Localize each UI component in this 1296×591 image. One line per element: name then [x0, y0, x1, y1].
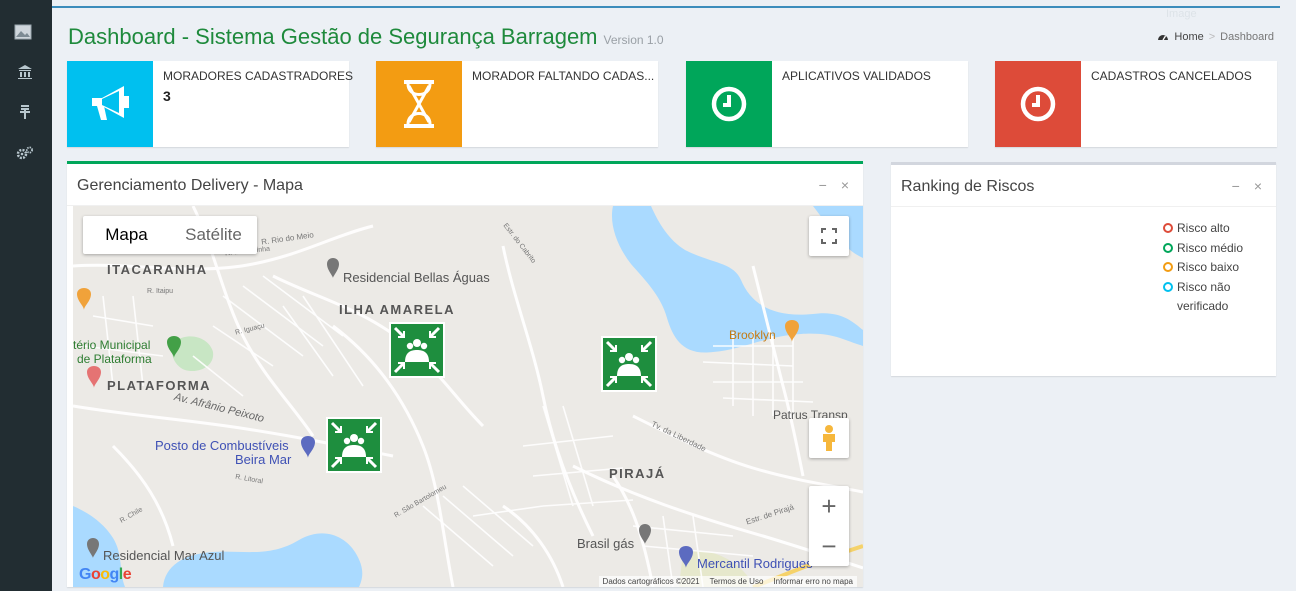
dashboard-icon	[1158, 35, 1169, 41]
zoom-out-button[interactable]: −	[809, 526, 849, 566]
map-label-place: Brooklyn	[729, 328, 776, 342]
map-label-place: tério Municipal	[73, 338, 151, 352]
assembly-point-icon	[389, 322, 445, 378]
map-label-area: PIRAJÁ	[609, 466, 666, 481]
money-icon[interactable]	[16, 103, 34, 121]
breadcrumb-home-link[interactable]: Home	[1174, 31, 1203, 43]
broken-image-icon[interactable]	[14, 24, 32, 40]
legend-label: Risco médio	[1177, 240, 1244, 255]
legend-item: Risco não verificado	[1163, 278, 1275, 317]
bullhorn-icon	[92, 86, 129, 120]
map-type-control: Mapa Satélite	[83, 216, 257, 254]
legend-item: Risco médio	[1163, 239, 1275, 259]
map-label-area: PLATAFORMA	[107, 378, 212, 393]
fullscreen-icon	[821, 228, 837, 244]
map-type-mapa-button[interactable]: Mapa	[83, 216, 170, 254]
map-data-credit: Dados cartográficos ©2021	[602, 577, 700, 586]
breadcrumb: Home > Dashboard	[1157, 31, 1274, 43]
map-label-place: Brasil gás	[577, 536, 635, 551]
info-box-icon-bg	[376, 61, 462, 147]
info-box-label: APLICATIVOS VALIDADOS	[782, 69, 931, 83]
map-label-place: Posto de Combustíveis	[155, 438, 289, 453]
info-box-icon-bg	[686, 61, 772, 147]
clock-icon	[711, 86, 747, 122]
assembly-point-icon	[601, 336, 657, 392]
clock-icon	[1020, 86, 1056, 122]
ranking-panel-title: Ranking de Riscos	[901, 178, 1035, 195]
info-box-label: MORADORES CADASTRADORES	[163, 69, 354, 83]
close-button[interactable]: ×	[841, 177, 849, 193]
map-canvas[interactable]: ITACARANHA ILHA AMARELA PLATAFORMA PIRAJ…	[73, 206, 863, 587]
map-label-place: Mercantil Rodrigues	[697, 556, 813, 571]
version-label: Version 1.0	[603, 33, 664, 47]
map-attribution: Dados cartográficos ©2021 Termos de Uso …	[598, 576, 857, 587]
breadcrumb-separator: >	[1208, 31, 1216, 43]
collapse-button[interactable]: −	[1232, 178, 1240, 194]
map-label-place: de Plataforma	[77, 352, 152, 366]
bank-icon[interactable]	[16, 63, 34, 81]
map-label-street: R. Itaipu	[147, 288, 174, 295]
report-error-link[interactable]: Informar erro no mapa	[773, 577, 853, 586]
pegman-icon	[823, 425, 835, 451]
info-box-label: MORADOR FALTANDO CADAS...	[472, 69, 655, 83]
close-button[interactable]: ×	[1254, 178, 1262, 194]
info-box-icon-bg	[67, 61, 153, 147]
map-type-satellite-button[interactable]: Satélite	[170, 216, 257, 254]
hourglass-icon	[404, 80, 434, 128]
street-view-button[interactable]	[809, 418, 849, 458]
fullscreen-button[interactable]	[809, 216, 849, 256]
map-label-place: Residencial Mar Azul	[103, 548, 225, 563]
legend-label: Risco alto	[1177, 221, 1230, 235]
cogs-icon[interactable]	[16, 144, 34, 162]
map-panel-header: Gerenciamento Delivery - Mapa − ×	[67, 164, 863, 206]
info-box-label: CADASTROS CANCELADOS	[1091, 69, 1252, 83]
breadcrumb-current: Dashboard	[1220, 31, 1274, 43]
map-label-place: Residencial Bellas Águas	[343, 270, 490, 285]
assembly-point-marker[interactable]	[389, 322, 445, 378]
circle-icon	[1163, 262, 1173, 272]
info-box-aplicativos: APLICATIVOS VALIDADOS	[686, 61, 968, 147]
collapse-button[interactable]: −	[819, 177, 827, 193]
circle-icon	[1163, 242, 1173, 253]
page-title: Dashboard - Sistema Gestão de Segurança …	[68, 24, 664, 50]
google-logo: Google	[79, 566, 132, 583]
ranking-panel-header: Ranking de Riscos − ×	[891, 165, 1276, 207]
circle-icon	[1163, 223, 1173, 233]
broken-image-alt: Image	[1166, 8, 1197, 20]
map-label-area: ITACARANHA	[107, 262, 208, 277]
map-panel-title: Gerenciamento Delivery - Mapa	[77, 177, 303, 194]
panel-tools: − ×	[1232, 178, 1262, 194]
legend-item: Risco alto	[1163, 219, 1275, 239]
panel-tools: − ×	[819, 177, 849, 193]
info-box-cancelados: CADASTROS CANCELADOS	[995, 61, 1277, 147]
info-box-icon-bg	[995, 61, 1081, 147]
top-accent-line	[52, 6, 1280, 8]
map-label-place: Beira Mar	[235, 452, 292, 467]
map-label-area: ILHA AMARELA	[339, 302, 455, 317]
assembly-point-marker[interactable]	[326, 417, 382, 473]
assembly-point-icon	[326, 417, 382, 473]
zoom-in-button[interactable]: +	[809, 486, 849, 526]
risk-legend: Risco alto Risco médio Risco baixo Risco…	[1163, 219, 1275, 317]
terms-link[interactable]: Termos de Uso	[710, 577, 764, 586]
page-title-text: Dashboard - Sistema Gestão de Segurança …	[68, 24, 598, 49]
info-box-moradores: MORADORES CADASTRADORES 3	[67, 61, 353, 147]
legend-label: Risco baixo	[1177, 260, 1240, 274]
sidebar	[0, 0, 52, 591]
legend-label: Risco não verificado	[1177, 279, 1231, 314]
legend-item: Risco baixo	[1163, 258, 1275, 278]
info-box-value: 3	[163, 88, 171, 104]
zoom-control: + −	[809, 486, 849, 566]
ranking-panel: Ranking de Riscos − × Risco alto Risco m…	[891, 162, 1276, 376]
info-box-morador-faltando: MORADOR FALTANDO CADAS...	[376, 61, 658, 147]
map-panel: Gerenciamento Delivery - Mapa − × ITACAR…	[67, 161, 863, 587]
circle-icon	[1163, 281, 1173, 292]
assembly-point-marker[interactable]	[601, 336, 657, 392]
